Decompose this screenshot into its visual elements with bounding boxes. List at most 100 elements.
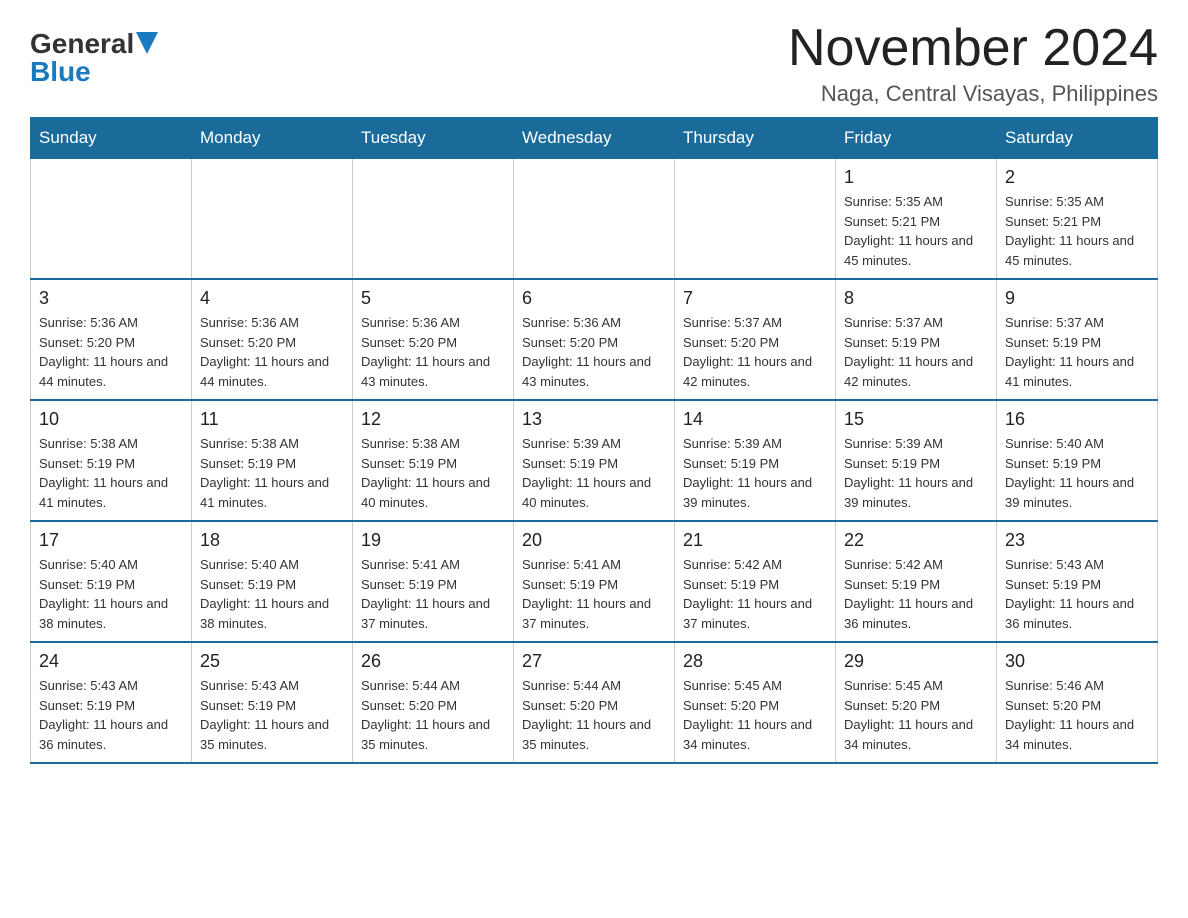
day-number: 3 (39, 288, 183, 309)
page-header: General Blue November 2024 Naga, Central… (30, 20, 1158, 107)
logo-general-text: General (30, 30, 134, 58)
day-info: Sunrise: 5:44 AMSunset: 5:20 PMDaylight:… (361, 676, 505, 754)
day-number: 21 (683, 530, 827, 551)
day-info: Sunrise: 5:41 AMSunset: 5:19 PMDaylight:… (361, 555, 505, 633)
calendar-table: SundayMondayTuesdayWednesdayThursdayFrid… (30, 117, 1158, 764)
calendar-cell: 19 Sunrise: 5:41 AMSunset: 5:19 PMDayligh… (353, 521, 514, 642)
day-number: 11 (200, 409, 344, 430)
calendar-day-header: Wednesday (514, 118, 675, 159)
day-number: 26 (361, 651, 505, 672)
calendar-cell: 2 Sunrise: 5:35 AMSunset: 5:21 PMDaylight… (997, 159, 1158, 280)
day-number: 29 (844, 651, 988, 672)
day-number: 30 (1005, 651, 1149, 672)
month-title: November 2024 (788, 20, 1158, 77)
calendar-cell: 12 Sunrise: 5:38 AMSunset: 5:19 PMDayligh… (353, 400, 514, 521)
day-number: 17 (39, 530, 183, 551)
calendar-cell: 15 Sunrise: 5:39 AMSunset: 5:19 PMDayligh… (836, 400, 997, 521)
day-info: Sunrise: 5:40 AMSunset: 5:19 PMDaylight:… (39, 555, 183, 633)
calendar-cell (514, 159, 675, 280)
day-number: 25 (200, 651, 344, 672)
calendar-week-row: 17 Sunrise: 5:40 AMSunset: 5:19 PMDayligh… (31, 521, 1158, 642)
logo-blue-text: Blue (30, 58, 91, 86)
location-text: Naga, Central Visayas, Philippines (788, 81, 1158, 107)
day-number: 6 (522, 288, 666, 309)
calendar-cell: 5 Sunrise: 5:36 AMSunset: 5:20 PMDaylight… (353, 279, 514, 400)
day-number: 24 (39, 651, 183, 672)
calendar-cell: 27 Sunrise: 5:44 AMSunset: 5:20 PMDayligh… (514, 642, 675, 763)
day-number: 14 (683, 409, 827, 430)
calendar-cell: 20 Sunrise: 5:41 AMSunset: 5:19 PMDayligh… (514, 521, 675, 642)
day-info: Sunrise: 5:37 AMSunset: 5:20 PMDaylight:… (683, 313, 827, 391)
calendar-day-header: Tuesday (353, 118, 514, 159)
day-number: 13 (522, 409, 666, 430)
day-info: Sunrise: 5:43 AMSunset: 5:19 PMDaylight:… (1005, 555, 1149, 633)
day-info: Sunrise: 5:45 AMSunset: 5:20 PMDaylight:… (683, 676, 827, 754)
calendar-week-row: 24 Sunrise: 5:43 AMSunset: 5:19 PMDayligh… (31, 642, 1158, 763)
title-section: November 2024 Naga, Central Visayas, Phi… (788, 20, 1158, 107)
calendar-day-header: Thursday (675, 118, 836, 159)
day-info: Sunrise: 5:35 AMSunset: 5:21 PMDaylight:… (844, 192, 988, 270)
day-info: Sunrise: 5:38 AMSunset: 5:19 PMDaylight:… (200, 434, 344, 512)
day-info: Sunrise: 5:40 AMSunset: 5:19 PMDaylight:… (200, 555, 344, 633)
day-info: Sunrise: 5:46 AMSunset: 5:20 PMDaylight:… (1005, 676, 1149, 754)
day-info: Sunrise: 5:43 AMSunset: 5:19 PMDaylight:… (39, 676, 183, 754)
day-info: Sunrise: 5:39 AMSunset: 5:19 PMDaylight:… (683, 434, 827, 512)
day-number: 28 (683, 651, 827, 672)
day-info: Sunrise: 5:39 AMSunset: 5:19 PMDaylight:… (844, 434, 988, 512)
calendar-cell: 28 Sunrise: 5:45 AMSunset: 5:20 PMDayligh… (675, 642, 836, 763)
day-info: Sunrise: 5:44 AMSunset: 5:20 PMDaylight:… (522, 676, 666, 754)
day-info: Sunrise: 5:36 AMSunset: 5:20 PMDaylight:… (361, 313, 505, 391)
day-info: Sunrise: 5:38 AMSunset: 5:19 PMDaylight:… (361, 434, 505, 512)
calendar-week-row: 10 Sunrise: 5:38 AMSunset: 5:19 PMDayligh… (31, 400, 1158, 521)
day-info: Sunrise: 5:37 AMSunset: 5:19 PMDaylight:… (1005, 313, 1149, 391)
calendar-cell: 30 Sunrise: 5:46 AMSunset: 5:20 PMDayligh… (997, 642, 1158, 763)
calendar-cell: 26 Sunrise: 5:44 AMSunset: 5:20 PMDayligh… (353, 642, 514, 763)
day-info: Sunrise: 5:37 AMSunset: 5:19 PMDaylight:… (844, 313, 988, 391)
calendar-header-row: SundayMondayTuesdayWednesdayThursdayFrid… (31, 118, 1158, 159)
day-info: Sunrise: 5:35 AMSunset: 5:21 PMDaylight:… (1005, 192, 1149, 270)
day-number: 12 (361, 409, 505, 430)
logo: General Blue (30, 20, 158, 86)
calendar-cell: 7Sunrise: 5:37 AMSunset: 5:20 PMDaylight… (675, 279, 836, 400)
day-number: 27 (522, 651, 666, 672)
calendar-cell (192, 159, 353, 280)
calendar-cell: 23 Sunrise: 5:43 AMSunset: 5:19 PMDayligh… (997, 521, 1158, 642)
day-number: 9 (1005, 288, 1149, 309)
calendar-cell: 29 Sunrise: 5:45 AMSunset: 5:20 PMDayligh… (836, 642, 997, 763)
calendar-cell: 13 Sunrise: 5:39 AMSunset: 5:19 PMDayligh… (514, 400, 675, 521)
calendar-day-header: Sunday (31, 118, 192, 159)
day-number: 5 (361, 288, 505, 309)
day-number: 18 (200, 530, 344, 551)
calendar-cell: 8 Sunrise: 5:37 AMSunset: 5:19 PMDaylight… (836, 279, 997, 400)
day-info: Sunrise: 5:45 AMSunset: 5:20 PMDaylight:… (844, 676, 988, 754)
logo-triangle-icon (136, 32, 158, 54)
calendar-day-header: Monday (192, 118, 353, 159)
day-number: 8 (844, 288, 988, 309)
calendar-day-header: Saturday (997, 118, 1158, 159)
day-info: Sunrise: 5:43 AMSunset: 5:19 PMDaylight:… (200, 676, 344, 754)
day-info: Sunrise: 5:39 AMSunset: 5:19 PMDaylight:… (522, 434, 666, 512)
day-info: Sunrise: 5:41 AMSunset: 5:19 PMDaylight:… (522, 555, 666, 633)
calendar-cell: 11 Sunrise: 5:38 AMSunset: 5:19 PMDayligh… (192, 400, 353, 521)
calendar-cell: 22Sunrise: 5:42 AMSunset: 5:19 PMDayligh… (836, 521, 997, 642)
day-number: 23 (1005, 530, 1149, 551)
calendar-week-row: 3 Sunrise: 5:36 AMSunset: 5:20 PMDaylight… (31, 279, 1158, 400)
day-info: Sunrise: 5:42 AMSunset: 5:19 PMDaylight:… (683, 555, 827, 633)
calendar-cell: 9 Sunrise: 5:37 AMSunset: 5:19 PMDaylight… (997, 279, 1158, 400)
day-number: 15 (844, 409, 988, 430)
calendar-cell: 3 Sunrise: 5:36 AMSunset: 5:20 PMDaylight… (31, 279, 192, 400)
calendar-cell: 1Sunrise: 5:35 AMSunset: 5:21 PMDaylight… (836, 159, 997, 280)
day-number: 2 (1005, 167, 1149, 188)
day-number: 19 (361, 530, 505, 551)
calendar-cell: 6Sunrise: 5:36 AMSunset: 5:20 PMDaylight… (514, 279, 675, 400)
day-number: 10 (39, 409, 183, 430)
calendar-cell: 25 Sunrise: 5:43 AMSunset: 5:19 PMDayligh… (192, 642, 353, 763)
day-info: Sunrise: 5:36 AMSunset: 5:20 PMDaylight:… (200, 313, 344, 391)
day-info: Sunrise: 5:36 AMSunset: 5:20 PMDaylight:… (39, 313, 183, 391)
calendar-cell: 24 Sunrise: 5:43 AMSunset: 5:19 PMDayligh… (31, 642, 192, 763)
day-number: 20 (522, 530, 666, 551)
day-number: 22 (844, 530, 988, 551)
calendar-cell (675, 159, 836, 280)
calendar-cell (31, 159, 192, 280)
day-info: Sunrise: 5:38 AMSunset: 5:19 PMDaylight:… (39, 434, 183, 512)
